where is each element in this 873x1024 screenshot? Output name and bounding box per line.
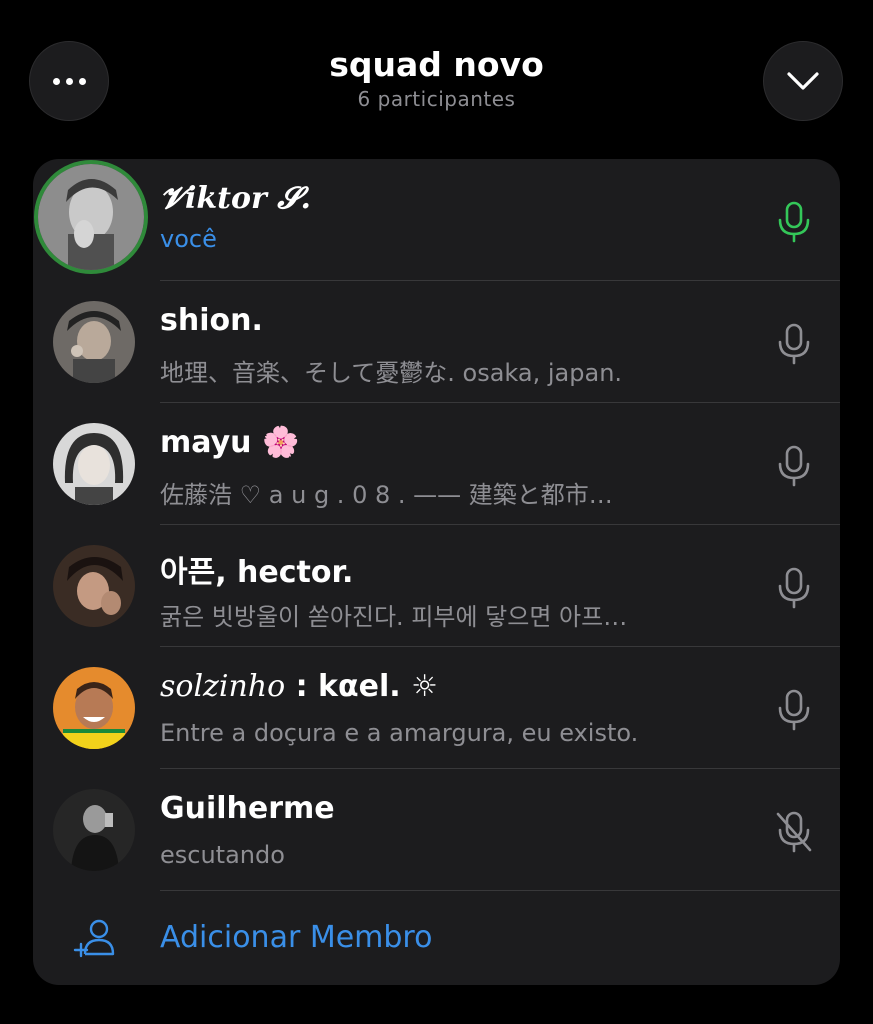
chevron-down-icon bbox=[787, 72, 819, 90]
avatar bbox=[53, 301, 135, 383]
add-member-button[interactable]: Adicionar Membro bbox=[33, 892, 840, 985]
call-header: squad novo 6 participantes bbox=[0, 44, 873, 112]
participant-name: solzinho : kαel. ☼ bbox=[160, 669, 438, 704]
participant-bio: 佐藤浩 ♡ a u g . 0 8 . —— 建築と都市… bbox=[160, 481, 613, 509]
mic-icon[interactable] bbox=[775, 689, 813, 735]
collapse-button[interactable] bbox=[763, 41, 843, 121]
participant-row[interactable]: mayu 🌸 佐藤浩 ♡ a u g . 0 8 . —— 建築と都市… bbox=[33, 403, 840, 525]
mic-muted-icon[interactable] bbox=[775, 811, 813, 857]
participants-card: 𝓥iktor 𝓢. você shion. 地理、音楽、そして憂鬱な. osak… bbox=[33, 159, 840, 985]
participant-bio: 地理、音楽、そして憂鬱な. osaka, japan. bbox=[160, 359, 623, 387]
participant-bio: 굵은 빗방울이 쏟아진다. 피부에 닿으면 아프… bbox=[160, 603, 628, 631]
add-member-label: Adicionar Membro bbox=[160, 920, 433, 955]
participant-name: mayu 🌸 bbox=[160, 425, 300, 460]
participant-count: 6 participantes bbox=[357, 87, 516, 111]
participant-row[interactable]: Guilherme escutando bbox=[33, 769, 840, 891]
avatar bbox=[34, 160, 148, 274]
participant-name: 𝓥iktor 𝓢. bbox=[160, 181, 311, 216]
divider bbox=[160, 890, 840, 891]
participant-name: shion. bbox=[160, 303, 263, 338]
avatar bbox=[53, 545, 135, 627]
avatar bbox=[53, 667, 135, 749]
participant-row[interactable]: shion. 地理、音楽、そして憂鬱な. osaka, japan. bbox=[33, 281, 840, 403]
participant-bio: Entre a doçura e a amargura, eu existo. bbox=[160, 719, 639, 747]
participant-row[interactable]: 아픈, hector. 굵은 빗방울이 쏟아진다. 피부에 닿으면 아프… bbox=[33, 525, 840, 647]
mic-icon[interactable] bbox=[775, 567, 813, 613]
name-prefix: solzinho bbox=[160, 669, 286, 704]
mic-icon[interactable] bbox=[775, 445, 813, 491]
avatar bbox=[53, 789, 135, 871]
participant-name: Guilherme bbox=[160, 791, 335, 826]
participant-status: escutando bbox=[160, 841, 285, 869]
participant-name: 아픈, hector. bbox=[160, 555, 354, 590]
participant-row[interactable]: 𝓥iktor 𝓢. você bbox=[33, 159, 840, 281]
mic-active-icon[interactable] bbox=[775, 201, 813, 247]
group-title: squad novo bbox=[329, 45, 544, 84]
mic-icon[interactable] bbox=[775, 323, 813, 369]
name-main: : kαel. ☼ bbox=[285, 669, 438, 704]
add-person-icon bbox=[73, 918, 117, 964]
participant-row[interactable]: solzinho : kαel. ☼ Entre a doçura e a am… bbox=[33, 647, 840, 769]
participant-status: você bbox=[160, 225, 217, 253]
avatar bbox=[53, 423, 135, 505]
